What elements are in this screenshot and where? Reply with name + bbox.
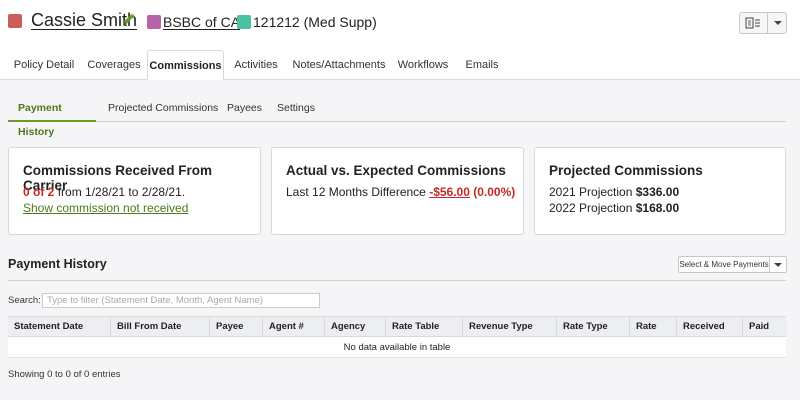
projection-row-2021: 2021 Projection $336.00 bbox=[549, 185, 679, 199]
column-header-statement-date[interactable]: Statement Date bbox=[8, 317, 110, 336]
column-header-rate-type[interactable]: Rate Type bbox=[556, 317, 629, 336]
projection-row-2022: 2022 Projection $168.00 bbox=[549, 201, 679, 215]
difference-label: Last 12 Months Difference bbox=[286, 185, 426, 199]
received-range: from 1/28/21 to 2/28/21. bbox=[57, 185, 186, 199]
column-header-agency[interactable]: Agency bbox=[324, 317, 385, 336]
tab-coverages[interactable]: Coverages bbox=[84, 50, 144, 80]
column-header-agent-number[interactable]: Agent # bbox=[262, 317, 324, 336]
search-input[interactable] bbox=[42, 293, 320, 308]
difference-percent: (0.00%) bbox=[473, 185, 516, 199]
table-info: Showing 0 to 0 of 0 entries bbox=[8, 369, 121, 380]
projection-value: $336.00 bbox=[635, 185, 680, 199]
difference-percent-wrap: (0.00%) bbox=[473, 185, 515, 199]
projection-value: $168.00 bbox=[635, 201, 680, 215]
payment-history-title: Payment History bbox=[8, 257, 107, 271]
column-header-paid[interactable]: Paid bbox=[742, 317, 786, 336]
client-color-swatch bbox=[8, 14, 22, 28]
main-tab-bar: Policy Detail Coverages Commissions Acti… bbox=[0, 50, 800, 81]
select-move-dropdown[interactable] bbox=[770, 256, 787, 273]
policy-number: 121212 (Med Supp) bbox=[253, 14, 377, 30]
tab-policy-detail[interactable]: Policy Detail bbox=[8, 50, 80, 80]
projected-commissions-card: Projected Commissions 2021 Projection $3… bbox=[534, 147, 786, 235]
subtab-payment-history[interactable]: Payment History bbox=[8, 96, 96, 138]
edit-pencil-icon[interactable] bbox=[121, 12, 135, 28]
select-move-payments-button[interactable]: Select & Move Payments bbox=[678, 256, 770, 273]
difference-row: Last 12 Months Difference -$56.00 (0.00%… bbox=[286, 185, 515, 199]
chevron-down-icon bbox=[774, 21, 782, 25]
sub-tab-bar: Payment History Projected Commissions Pa… bbox=[8, 96, 786, 138]
header-menu-dropdown[interactable] bbox=[767, 12, 787, 34]
card-title: Projected Commissions bbox=[549, 163, 703, 178]
subtab-settings[interactable]: Settings bbox=[277, 96, 315, 122]
subtab-projected-commissions[interactable]: Projected Commissions bbox=[108, 96, 218, 122]
column-header-rate-table[interactable]: Rate Table bbox=[385, 317, 462, 336]
search-label: Search: bbox=[8, 295, 41, 306]
projection-label: 2022 Projection bbox=[549, 201, 633, 215]
column-header-payee[interactable]: Payee bbox=[209, 317, 262, 336]
received-summary: 0 of 2 from 1/28/21 to 2/28/21. bbox=[23, 185, 185, 199]
tab-commissions[interactable]: Commissions bbox=[147, 50, 224, 81]
tab-activities[interactable]: Activities bbox=[230, 50, 282, 80]
received-count: 0 of 2 bbox=[23, 185, 55, 199]
table-header: Statement Date Bill From Date Payee Agen… bbox=[8, 316, 786, 337]
payment-history-table: Statement Date Bill From Date Payee Agen… bbox=[8, 316, 786, 358]
section-divider bbox=[8, 280, 786, 281]
tab-emails[interactable]: Emails bbox=[462, 50, 502, 80]
table-empty-row: No data available in table bbox=[8, 337, 786, 358]
document-list-button[interactable] bbox=[739, 12, 767, 34]
show-commission-not-received-link[interactable]: Show commission not received bbox=[23, 201, 188, 215]
tab-notes-attachments[interactable]: Notes/Attachments bbox=[290, 50, 388, 80]
column-header-rate[interactable]: Rate bbox=[629, 317, 676, 336]
carrier-color-swatch bbox=[147, 15, 161, 29]
subtab-payees[interactable]: Payees bbox=[227, 96, 262, 122]
card-title: Actual vs. Expected Commissions bbox=[286, 163, 506, 178]
policy-color-swatch bbox=[237, 15, 251, 29]
policy-header: Cassie Smith BSBC of CA 121212 (Med Supp… bbox=[0, 0, 800, 48]
received-link-row: Show commission not received bbox=[23, 201, 188, 215]
document-list-icon bbox=[745, 17, 760, 29]
column-header-revenue-type[interactable]: Revenue Type bbox=[462, 317, 556, 336]
actual-vs-expected-card: Actual vs. Expected Commissions Last 12 … bbox=[271, 147, 524, 235]
carrier-link[interactable]: BSBC of CA bbox=[163, 14, 240, 30]
column-header-received[interactable]: Received bbox=[676, 317, 742, 336]
column-header-bill-from-date[interactable]: Bill From Date bbox=[110, 317, 209, 336]
tab-workflows[interactable]: Workflows bbox=[394, 50, 452, 80]
difference-amount-link[interactable]: -$56.00 bbox=[429, 185, 470, 199]
chevron-down-icon bbox=[774, 263, 782, 267]
projection-label: 2021 Projection bbox=[549, 185, 633, 199]
commissions-received-card: Commissions Received From Carrier 0 of 2… bbox=[8, 147, 261, 235]
